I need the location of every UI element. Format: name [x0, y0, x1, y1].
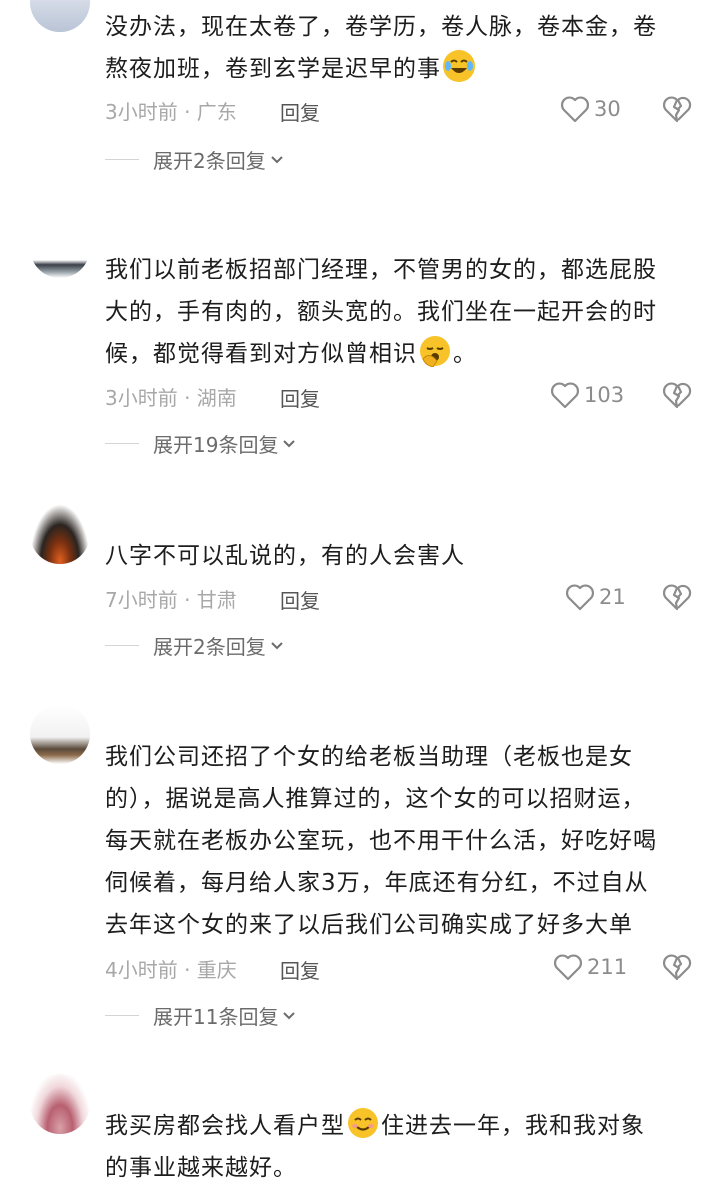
comment-meta: 3小时前 · 广东: [105, 99, 237, 124]
avatar[interactable]: [30, 704, 90, 764]
heart-icon: [554, 954, 582, 981]
expand-replies[interactable]: 展开11条回复: [105, 1001, 296, 1030]
comment-text: 我买房都会找人看户型 住进去一年，我和我对象 的事业越来越好。: [105, 1105, 695, 1189]
like-count: 21: [599, 585, 626, 609]
heart-icon: [561, 96, 589, 123]
expand-replies[interactable]: 展开2条回复: [105, 631, 284, 660]
dislike-button[interactable]: [662, 583, 692, 615]
dislike-button[interactable]: [662, 953, 692, 985]
broken-heart-icon: [663, 382, 692, 409]
like-button[interactable]: 103: [550, 381, 624, 409]
chevron-down-icon: [271, 641, 283, 649]
comment-meta: 4小时前 · 重庆: [105, 957, 237, 982]
heart-icon: [566, 584, 594, 611]
like-count: 211: [587, 955, 628, 979]
comment-text: 没办法，现在太卷了，卷学历，卷人脉，卷本金，卷 熬夜加班，卷到玄学是迟早的事: [105, 14, 657, 82]
like-button[interactable]: 211: [553, 953, 627, 981]
chevron-down-icon: [283, 1011, 296, 1019]
comment-text: 我们以前老板招部门经理，不管男的女的，都选屁股 大的，手有肉的，额头宽的。我们坐…: [105, 257, 657, 368]
dislike-button[interactable]: [662, 95, 692, 127]
reply-button[interactable]: 回复: [280, 383, 320, 412]
reply-button[interactable]: 回复: [280, 97, 320, 126]
expand-replies[interactable]: 展开19条回复: [105, 429, 296, 458]
heart-icon: [551, 382, 579, 409]
avatar[interactable]: [30, 1074, 90, 1134]
comment-meta: 7小时前 · 甘肃: [105, 587, 237, 612]
yawn-emoji-icon: [419, 335, 451, 368]
chevron-down-icon: [283, 439, 296, 447]
broken-heart-icon: [663, 584, 692, 611]
rofl-emoji-icon: [443, 50, 475, 82]
divider: [105, 645, 139, 646]
comment-text: 我们公司还招了个女的给老板当助理（老板也是女 的），据说是高人推算过的，这个女的…: [105, 744, 657, 938]
dislike-button[interactable]: [662, 381, 692, 413]
like-button[interactable]: 21: [565, 583, 626, 611]
reply-button[interactable]: 回复: [280, 955, 320, 984]
avatar[interactable]: [30, 0, 90, 32]
like-count: 30: [594, 97, 621, 121]
avatar[interactable]: [30, 504, 90, 564]
smile-emoji-icon: [347, 1107, 379, 1139]
divider: [105, 443, 139, 444]
reply-button[interactable]: 回复: [280, 585, 320, 614]
divider: [105, 159, 139, 160]
broken-heart-icon: [663, 954, 692, 981]
chevron-down-icon: [271, 155, 283, 163]
comment-meta: 3小时前 · 湖南: [105, 385, 237, 410]
comment-text: 八字不可以乱说的，有的人会害人: [105, 543, 465, 569]
expand-replies[interactable]: 展开2条回复: [105, 145, 284, 174]
divider: [105, 1015, 139, 1016]
broken-heart-icon: [663, 96, 692, 123]
like-count: 103: [584, 383, 625, 407]
like-button[interactable]: 30: [560, 95, 621, 123]
avatar[interactable]: [30, 218, 90, 278]
